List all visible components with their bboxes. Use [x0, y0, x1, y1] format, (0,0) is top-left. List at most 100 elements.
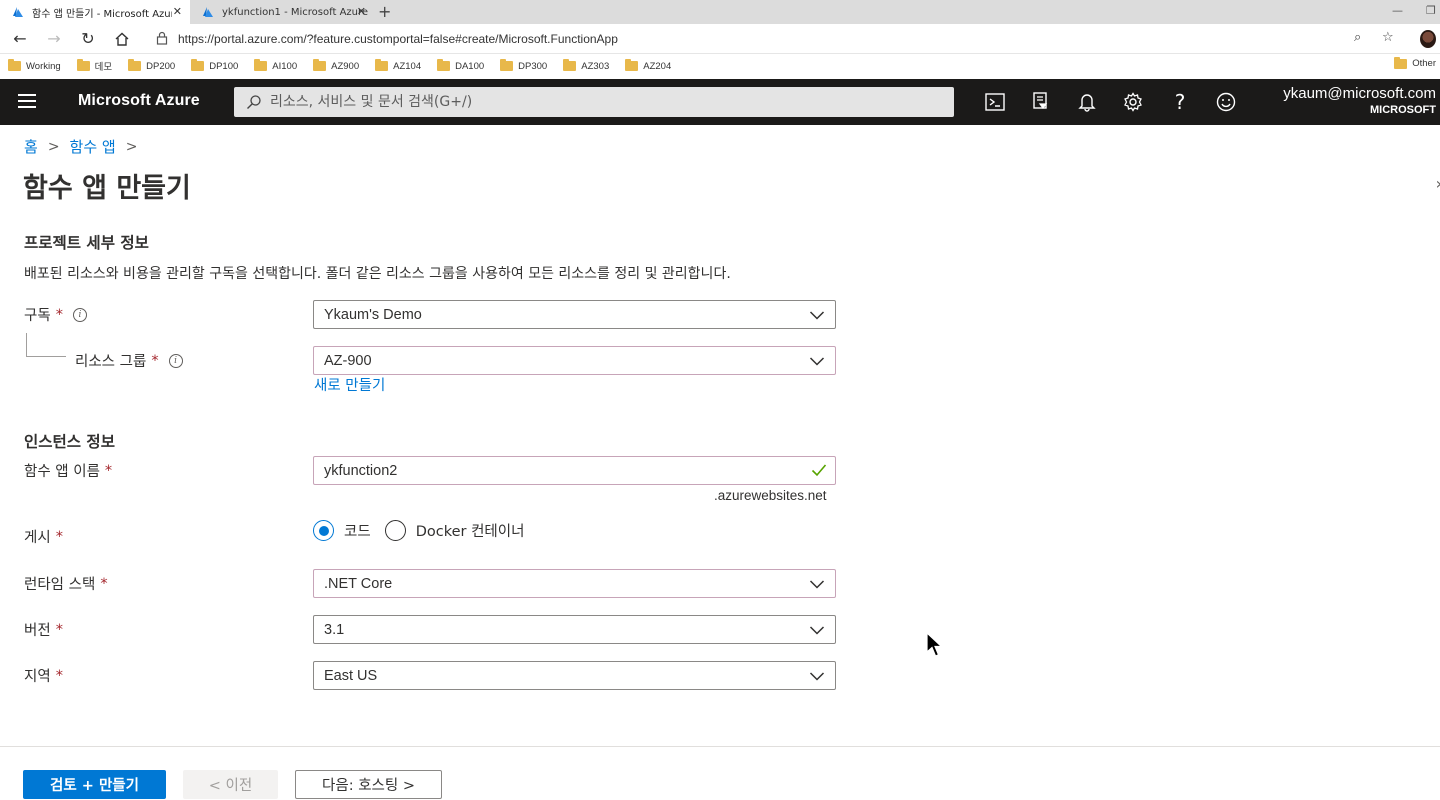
required-marker: *: [55, 306, 63, 323]
bookmark-folder[interactable]: DP300: [500, 59, 547, 72]
browser-tab-inactive[interactable]: ykfunction1 - Microsoft Azure ✕: [190, 0, 374, 24]
refresh-icon[interactable]: ↻: [78, 29, 98, 48]
required-marker: *: [55, 528, 63, 545]
version-value: 3.1: [324, 621, 345, 638]
directory-filter-icon[interactable]: [1030, 91, 1052, 113]
folder-icon: [437, 59, 451, 71]
publish-code-radio[interactable]: [313, 520, 334, 541]
account-email: ykaum@microsoft.com: [1283, 85, 1436, 102]
required-marker: *: [55, 667, 63, 684]
lock-icon: [156, 31, 168, 45]
runtime-stack-dropdown[interactable]: .NET Core: [313, 569, 836, 598]
bookmark-folder[interactable]: DP100: [191, 59, 238, 72]
folder-icon: [128, 59, 142, 71]
subscription-value: Ykaum's Demo: [324, 306, 422, 323]
function-app-name-value: ykfunction2: [324, 462, 398, 479]
tab-close-icon[interactable]: ✕: [357, 5, 366, 18]
domain-suffix: .azurewebsites.net: [714, 488, 827, 503]
version-label: 버전 *: [24, 621, 63, 640]
required-marker: *: [100, 575, 108, 592]
function-app-name-label: 함수 앱 이름 *: [24, 462, 113, 481]
folder-icon: [191, 59, 205, 71]
help-icon[interactable]: ?: [1169, 90, 1191, 114]
search-icon: [247, 95, 261, 109]
favorite-star-icon[interactable]: ☆: [1382, 30, 1394, 45]
bookmark-folder[interactable]: DA100: [437, 59, 484, 72]
chevron-right-icon: >: [47, 138, 60, 155]
account-menu[interactable]: ykaum@microsoft.com MICROSOFT: [1283, 85, 1436, 116]
minimize-icon[interactable]: —: [1392, 4, 1403, 17]
folder-icon: [313, 59, 327, 71]
browser-tab-active[interactable]: 함수 앱 만들기 - Microsoft Azure ✕: [0, 0, 190, 24]
folder-icon: [375, 59, 389, 71]
folder-icon: [500, 59, 514, 71]
info-icon[interactable]: i: [168, 353, 183, 368]
url-field[interactable]: https://portal.azure.com/?feature.custom…: [178, 32, 618, 46]
chevron-right-icon: >: [125, 138, 138, 155]
azure-logo-icon: [13, 7, 23, 17]
region-dropdown[interactable]: East US: [313, 661, 836, 690]
chevron-down-icon: [809, 672, 825, 681]
create-new-resource-group-link[interactable]: 새로 만들기: [314, 374, 385, 395]
bookmark-folder[interactable]: AZ204: [625, 59, 671, 72]
bookmark-folder[interactable]: 데모: [76, 59, 112, 73]
region-label: 지역 *: [24, 667, 63, 686]
global-search[interactable]: [234, 87, 954, 117]
bookmark-folder[interactable]: DP200: [128, 59, 175, 72]
breadcrumb-home[interactable]: 홈: [24, 136, 38, 157]
review-create-button[interactable]: 검토 + 만들기: [23, 770, 166, 799]
publish-label: 게시 *: [24, 528, 63, 547]
bookmark-folder[interactable]: AZ900: [313, 59, 359, 72]
browser-tab-title: ykfunction1 - Microsoft Azure: [222, 6, 369, 18]
tree-connector: [26, 333, 66, 357]
valid-check-icon: [811, 464, 827, 477]
restore-icon[interactable]: ❐: [1426, 4, 1436, 17]
home-icon[interactable]: [114, 32, 130, 46]
folder-icon: [8, 59, 21, 71]
bookmark-other-folder[interactable]: Other: [1394, 56, 1436, 69]
publish-code-label[interactable]: 코드: [344, 520, 371, 541]
required-marker: *: [55, 621, 63, 638]
chevron-right-icon[interactable]: ›: [1436, 174, 1440, 193]
chevron-down-icon: [809, 357, 825, 366]
zoom-icon[interactable]: ⌕: [1354, 30, 1361, 45]
folder-icon: [76, 59, 90, 71]
next-hosting-button[interactable]: 다음: 호스팅 >: [295, 770, 442, 799]
project-details-description: 배포된 리소스와 비용을 관리할 구독을 선택합니다. 폴더 같은 리소스 그룹…: [24, 266, 731, 282]
runtime-stack-label: 런타임 스택 *: [24, 575, 108, 594]
cloud-shell-icon[interactable]: [984, 91, 1006, 113]
version-dropdown[interactable]: 3.1: [313, 615, 836, 644]
bookmark-folder[interactable]: Working: [8, 59, 61, 72]
subscription-dropdown[interactable]: Ykaum's Demo: [313, 300, 836, 329]
notifications-icon[interactable]: [1076, 91, 1098, 113]
subscription-label: 구독 * i: [24, 304, 87, 325]
settings-icon[interactable]: [1122, 91, 1144, 113]
feedback-icon[interactable]: [1215, 91, 1237, 113]
previous-button[interactable]: < 이전: [183, 770, 278, 799]
azure-logo-icon: [203, 7, 213, 17]
breadcrumb: 홈 > 함수 앱 >: [24, 136, 147, 157]
folder-icon: [625, 59, 639, 71]
publish-docker-label[interactable]: Docker 컨테이너: [416, 520, 525, 541]
forward-icon[interactable]: →: [44, 29, 64, 48]
profile-avatar[interactable]: [1420, 30, 1436, 48]
search-input[interactable]: [270, 94, 910, 110]
breadcrumb-function-app[interactable]: 함수 앱: [70, 136, 116, 157]
bookmark-folder[interactable]: AZ104: [375, 59, 421, 72]
new-tab-icon[interactable]: +: [378, 2, 391, 21]
account-tenant: MICROSOFT: [1370, 104, 1436, 116]
resource-group-dropdown[interactable]: AZ-900: [313, 346, 836, 375]
folder-icon: [1394, 56, 1408, 69]
back-icon[interactable]: ←: [10, 29, 30, 48]
required-marker: *: [104, 462, 113, 479]
tab-close-icon[interactable]: ✕: [173, 5, 182, 18]
address-bar: ← → ↻ https://portal.azure.com/?feature.…: [0, 24, 1440, 54]
bookmark-folder[interactable]: AZ303: [563, 59, 609, 72]
info-icon[interactable]: i: [72, 307, 87, 322]
bookmark-folder[interactable]: AI100: [254, 59, 297, 72]
function-app-name-input[interactable]: ykfunction2: [313, 456, 836, 485]
brand-title[interactable]: Microsoft Azure: [78, 92, 200, 110]
project-details-heading: 프로젝트 세부 정보: [24, 234, 149, 252]
menu-icon[interactable]: [18, 94, 36, 108]
publish-docker-radio[interactable]: [384, 520, 406, 541]
